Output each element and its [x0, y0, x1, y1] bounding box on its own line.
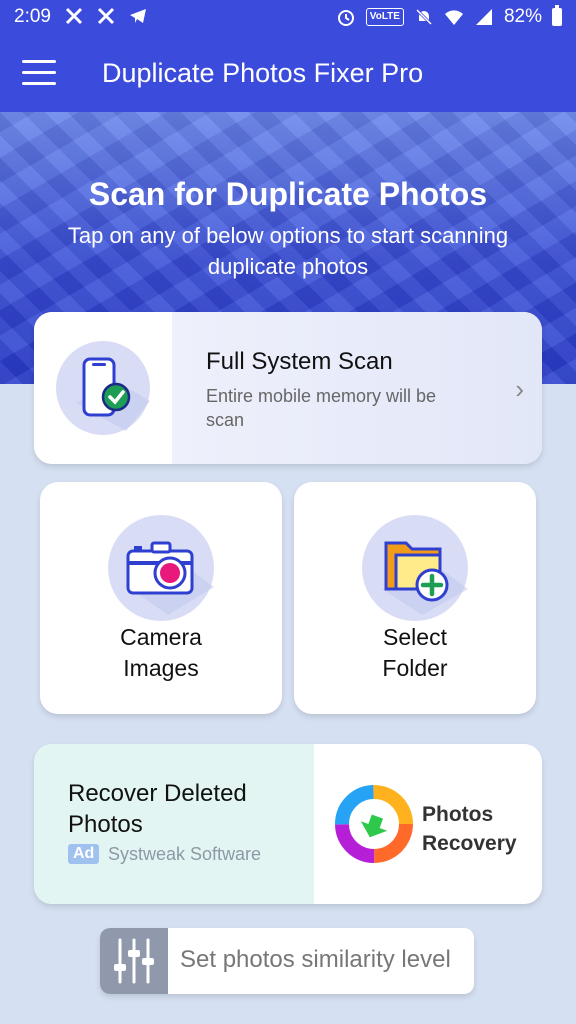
- app-bar: Duplicate Photos Fixer Pro: [0, 34, 576, 112]
- telegram-icon: [130, 9, 146, 23]
- app-title: Duplicate Photos Fixer Pro: [102, 58, 424, 88]
- folder-label-line2: Folder: [382, 655, 448, 681]
- alarm-icon: [337, 10, 354, 26]
- battery-percent: 82%: [503, 6, 542, 27]
- camera-images-card[interactable]: Camera Images: [40, 482, 282, 714]
- phone-check-icon: [56, 341, 150, 435]
- ad-title-line1: Recover Deleted: [68, 780, 247, 807]
- notification-icons: [64, 6, 148, 26]
- x-icon: [65, 7, 83, 25]
- sliders-icon: [100, 928, 168, 994]
- photos-recovery-ad[interactable]: Recover Deleted Photos Ad Systweak Softw…: [34, 744, 542, 904]
- ad-product-line2: Recovery: [422, 832, 517, 855]
- photos-recovery-logo-icon: [335, 785, 413, 863]
- hero-subtitle: Tap on any of below options to start sca…: [67, 223, 509, 279]
- select-folder-label: Select Folder: [294, 622, 536, 684]
- ad-product-panel: Photos Recovery: [314, 744, 542, 904]
- menu-icon[interactable]: [22, 60, 56, 86]
- hero-title: Scan for Duplicate Photos: [88, 176, 488, 212]
- x-icon: [97, 7, 115, 25]
- folder-label-line1: Select: [383, 624, 447, 650]
- ad-product-line1: Photos: [422, 803, 494, 826]
- camera-label-line2: Images: [123, 655, 199, 681]
- ad-title: Recover Deleted Photos: [68, 778, 247, 840]
- camera-images-label: Camera Images: [40, 622, 282, 684]
- full-scan-description: Entire mobile memory will be scan: [206, 386, 437, 430]
- status-time: 2:09: [14, 6, 51, 27]
- full-scan-title: Full System Scan: [206, 348, 393, 375]
- select-folder-card[interactable]: Select Folder: [294, 482, 536, 714]
- ad-title-line2: Photos: [68, 811, 143, 838]
- similarity-label: Set photos similarity level: [180, 946, 451, 973]
- ad-product-name: Photos Recovery: [422, 800, 517, 858]
- battery-icon: [552, 5, 562, 26]
- ad-sponsor: Systweak Software: [108, 844, 262, 864]
- full-system-scan-card[interactable]: Full System Scan Entire mobile memory wi…: [34, 312, 542, 464]
- ad-badge: Ad: [68, 844, 100, 864]
- chevron-right-icon: ›: [515, 374, 524, 404]
- camera-icon: [108, 515, 214, 621]
- signal-icon: [475, 9, 492, 25]
- status-right: VoLTE 82%: [336, 5, 562, 28]
- status-bar: 2:09 VoLTE 82%: [0, 0, 576, 34]
- folder-add-icon: [362, 515, 468, 621]
- camera-label-line1: Camera: [120, 624, 202, 650]
- mute-bell-icon: [415, 8, 433, 26]
- similarity-level-button[interactable]: Set photos similarity level: [100, 928, 474, 994]
- wifi-icon: [444, 10, 463, 25]
- volte-badge: VoLTE: [365, 8, 404, 26]
